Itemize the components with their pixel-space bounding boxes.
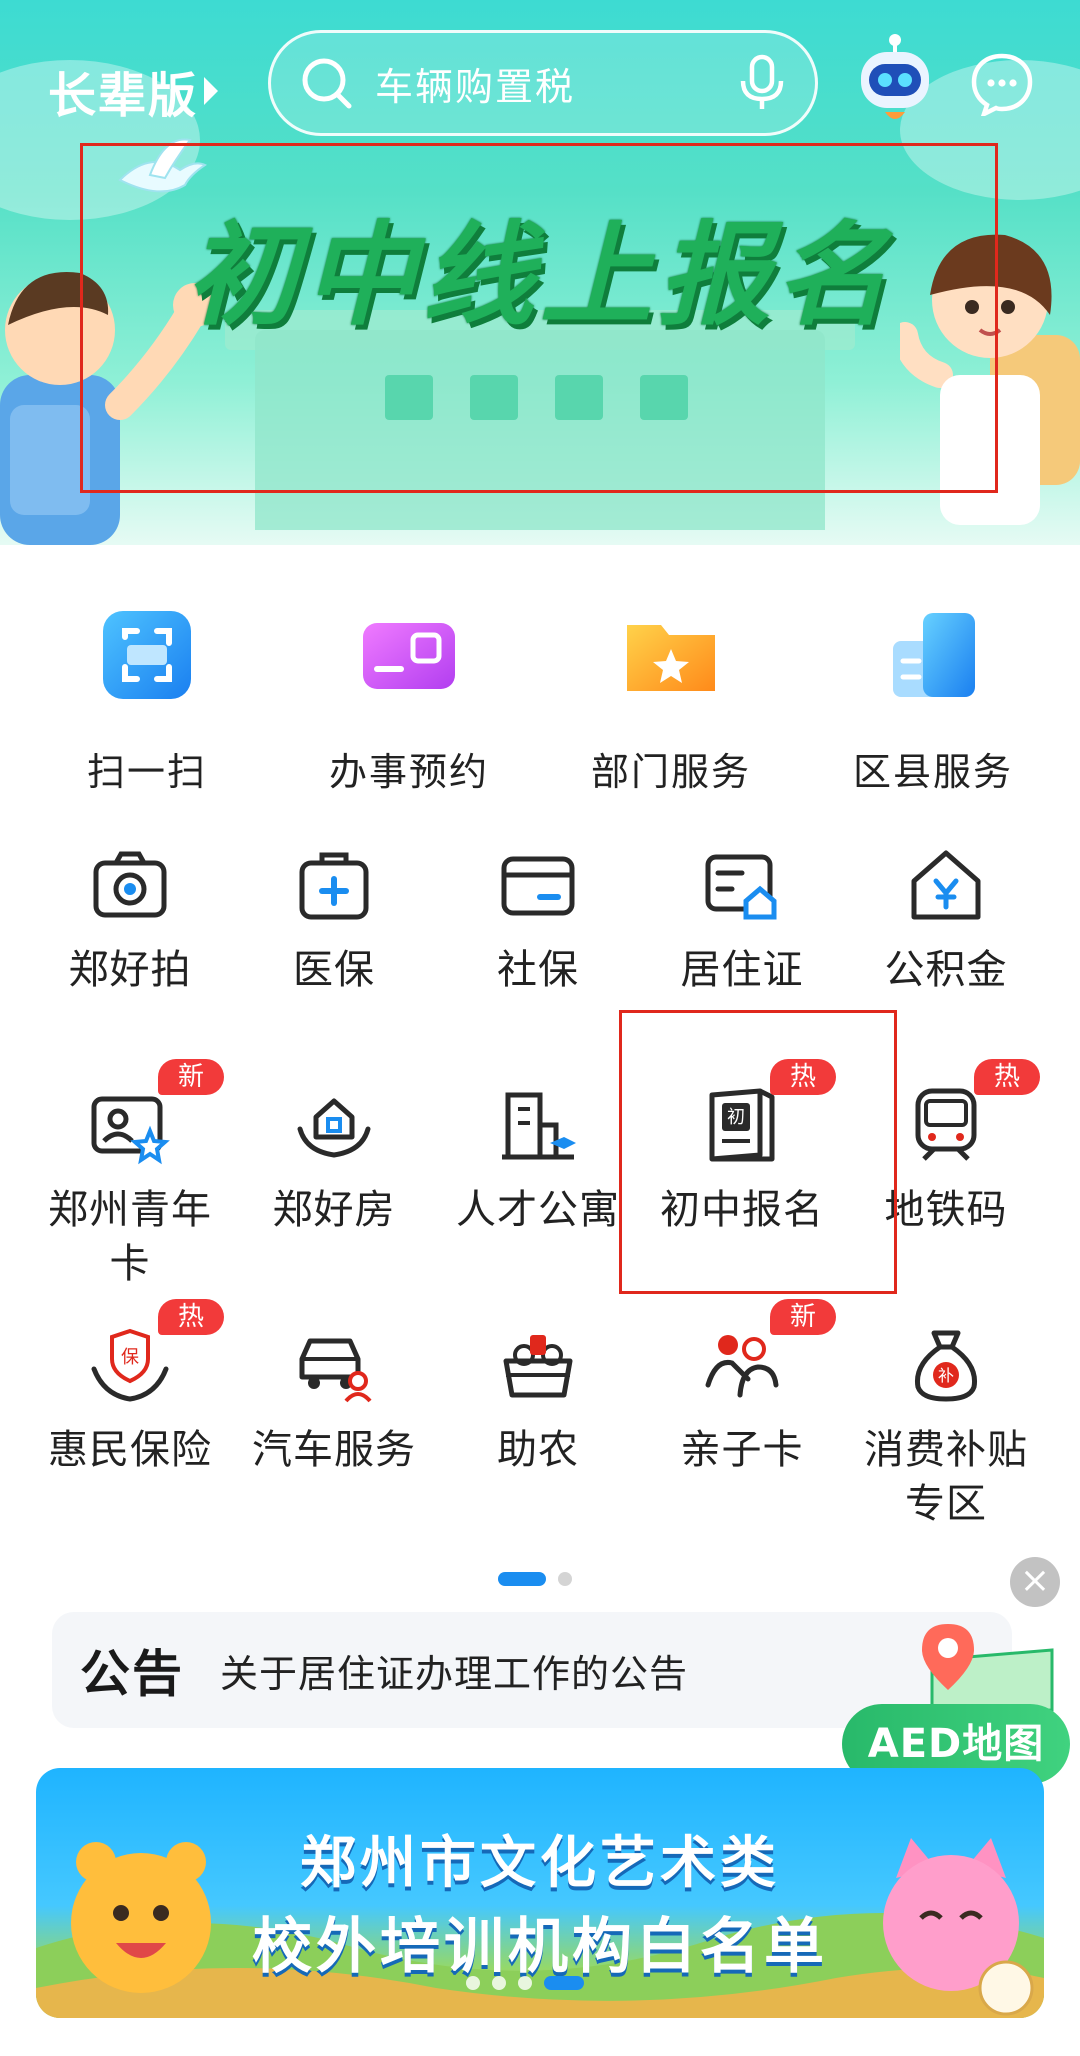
badge-new: 新 bbox=[158, 1059, 224, 1095]
service-agriculture[interactable]: 助农 bbox=[436, 1325, 640, 1565]
service-label: 人才公寓 bbox=[456, 1187, 620, 1233]
play-arrow-icon bbox=[204, 77, 219, 105]
scan-icon bbox=[103, 611, 191, 699]
svg-text:保: 保 bbox=[121, 1347, 139, 1368]
service-zhenghaopai[interactable]: 郑好拍 bbox=[28, 845, 232, 1085]
parent-child-icon bbox=[705, 1335, 779, 1398]
promo-line2: 校外培训机构白名单 bbox=[252, 1912, 828, 1982]
farm-basket-icon bbox=[503, 1335, 573, 1398]
promo-banner[interactable]: 郑州市文化艺术类 校外培训机构白名单 bbox=[36, 1768, 1044, 2018]
buildings-icon bbox=[893, 613, 975, 697]
search-icon bbox=[302, 58, 352, 109]
service-huimin-insurance[interactable]: 热 保 惠民保险 bbox=[28, 1299, 232, 1565]
notice-tag: 公告 bbox=[80, 1645, 184, 1703]
close-icon[interactable]: × bbox=[1010, 1557, 1060, 1607]
grid-pager[interactable] bbox=[498, 1572, 572, 1586]
service-social-security[interactable]: 社保 bbox=[436, 845, 640, 1085]
banner-dot bbox=[492, 1976, 506, 1990]
badge-new: 新 bbox=[770, 1299, 836, 1335]
services-grid: 郑好拍 医保 社保 居住证 公积金 新 郑州青年卡 郑好房 人才公寓 热 初 初… bbox=[28, 845, 1052, 1565]
car-service-icon bbox=[299, 1338, 372, 1403]
quick-service-label: 部门服务 bbox=[590, 750, 751, 794]
elder-mode-toggle[interactable]: 长辈版 bbox=[48, 56, 219, 126]
top-bar: 长辈版 车辆购置税 bbox=[0, 24, 1080, 144]
service-consumption-subsidy[interactable]: 补 消费补贴专区 bbox=[844, 1325, 1048, 1565]
badge-hot: 热 bbox=[974, 1059, 1040, 1095]
service-youth-card[interactable]: 新 郑州青年卡 bbox=[28, 1059, 232, 1325]
banner-dot-active bbox=[544, 1976, 584, 1990]
quick-service-label: 区县服务 bbox=[852, 750, 1013, 794]
message-bubble-icon[interactable] bbox=[970, 52, 1034, 116]
quick-service-appointment[interactable]: 办事预约 bbox=[278, 575, 540, 805]
quick-service-district[interactable]: 区县服务 bbox=[802, 575, 1064, 805]
service-label: 郑州青年卡 bbox=[48, 1187, 212, 1287]
pager-dot-active bbox=[498, 1572, 546, 1586]
folder-star-icon bbox=[627, 625, 715, 691]
service-zhenghaofang[interactable]: 郑好房 bbox=[232, 1085, 436, 1325]
quick-service-department[interactable]: 部门服务 bbox=[540, 575, 802, 805]
camera-icon bbox=[93, 851, 167, 918]
quick-service-label: 办事预约 bbox=[328, 750, 489, 794]
pager-dot bbox=[558, 1572, 572, 1586]
service-parent-child-card[interactable]: 新 亲子卡 bbox=[640, 1299, 844, 1565]
residence-permit-icon bbox=[705, 854, 777, 920]
annotation-frame-hero bbox=[80, 143, 998, 493]
search-bar[interactable]: 车辆购置税 bbox=[268, 30, 818, 136]
card-icon bbox=[501, 856, 575, 916]
service-talent-apartment[interactable]: 人才公寓 bbox=[436, 1085, 640, 1325]
metro-icon bbox=[915, 1088, 977, 1161]
service-label: 助农 bbox=[497, 1427, 579, 1473]
robot-assistant-icon[interactable] bbox=[855, 32, 935, 128]
service-label: 公积金 bbox=[884, 947, 1008, 993]
service-label: 居住证 bbox=[680, 947, 804, 993]
annotation-frame-enroll bbox=[619, 1010, 897, 1294]
subsidy-bag-icon: 补 bbox=[914, 1330, 978, 1402]
banner-pager[interactable] bbox=[466, 1976, 584, 1990]
badge-hot: 热 bbox=[158, 1299, 224, 1335]
talent-apartment-icon bbox=[502, 1092, 576, 1160]
service-label: 郑好拍 bbox=[68, 947, 192, 993]
housing-fund-icon bbox=[911, 850, 981, 920]
insurance-hands-icon: 保 bbox=[91, 1328, 169, 1402]
house-hands-icon bbox=[297, 1098, 371, 1158]
appointment-card-icon bbox=[363, 623, 455, 689]
banner-dot bbox=[466, 1976, 480, 1990]
search-placeholder: 车辆购置税 bbox=[375, 64, 576, 109]
service-label: 惠民保险 bbox=[48, 1427, 212, 1473]
banner-dot bbox=[518, 1976, 532, 1990]
quick-services-bar: 扫一扫 办事预约 部门服务 区县服务 bbox=[16, 575, 1064, 805]
promo-line1: 郑州市文化艺术类 bbox=[300, 1831, 780, 1896]
service-label: 医保 bbox=[293, 947, 375, 993]
service-car-service[interactable]: 汽车服务 bbox=[232, 1325, 436, 1565]
service-label: 汽车服务 bbox=[252, 1427, 416, 1473]
youth-card-icon bbox=[91, 1096, 170, 1165]
medical-kit-icon bbox=[299, 852, 369, 920]
svg-text:补: 补 bbox=[938, 1366, 954, 1385]
quick-service-label: 扫一扫 bbox=[86, 750, 207, 794]
service-label: 社保 bbox=[497, 947, 579, 993]
notice-text: 关于居住证办理工作的公告 bbox=[220, 1651, 689, 1696]
quick-service-scan[interactable]: 扫一扫 bbox=[16, 575, 278, 805]
service-label: 消费补贴专区 bbox=[864, 1427, 1028, 1527]
service-label: 亲子卡 bbox=[680, 1427, 804, 1473]
microphone-icon[interactable] bbox=[737, 53, 787, 113]
hero-banner[interactable]: 初中线上报名 长辈版 车辆购置税 bbox=[0, 0, 1080, 545]
elder-mode-label: 长辈版 bbox=[48, 68, 199, 124]
service-label: 郑好房 bbox=[272, 1187, 396, 1233]
service-medical-insurance[interactable]: 医保 bbox=[232, 845, 436, 1085]
